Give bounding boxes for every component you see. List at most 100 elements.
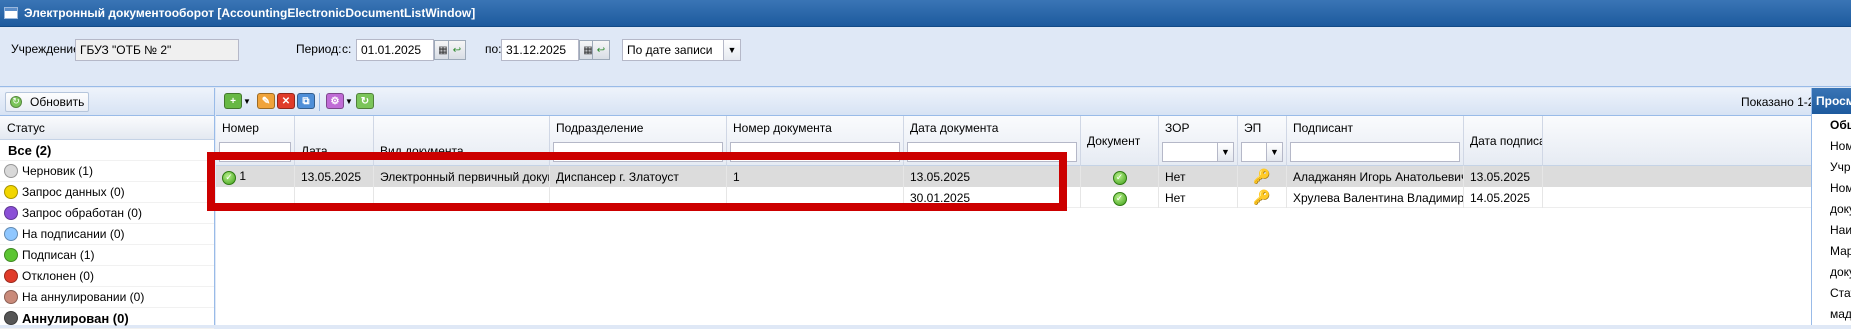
- filter-zor-select[interactable]: ▼: [1162, 142, 1234, 162]
- preview-item: Номе: [1830, 180, 1851, 195]
- status-item[interactable]: Подписан (1): [0, 245, 214, 266]
- add-button[interactable]: +: [224, 93, 242, 109]
- col-document[interactable]: Документ: [1081, 116, 1159, 166]
- chevron-down-icon[interactable]: ▼: [723, 40, 740, 60]
- preview-item: Мар: [1830, 243, 1851, 258]
- col-document-label: Документ: [1087, 134, 1141, 148]
- col-doc-type[interactable]: Вид документа: [374, 116, 550, 166]
- key-icon[interactable]: 🔑: [1253, 189, 1270, 205]
- col-number[interactable]: Номер: [216, 116, 295, 166]
- status-item-label: Отклонен (0): [22, 269, 94, 283]
- status-icon: [4, 227, 18, 241]
- status-item-label: Запрос обработан (0): [22, 206, 142, 220]
- filter-doc-date-input[interactable]: [907, 142, 1077, 162]
- clear-to-icon[interactable]: ↩: [592, 40, 610, 60]
- status-icon: [4, 248, 18, 262]
- cell-signer: Хрулева Валентина Владимировна: [1287, 187, 1464, 208]
- preview-item: Номе: [1830, 138, 1851, 153]
- status-icon: [4, 290, 18, 304]
- window-titlebar: Электронный документооборот [AccountingE…: [0, 0, 1851, 27]
- preview-header: Просм: [1812, 88, 1851, 114]
- signed-status-icon: ✓: [222, 170, 236, 185]
- toolbar-separator: [319, 93, 320, 111]
- status-item[interactable]: На подписании (0): [0, 224, 214, 245]
- col-doc-number-label: Номер документа: [733, 121, 832, 135]
- preview-item: доку: [1830, 201, 1851, 216]
- delete-button[interactable]: ✕: [277, 93, 295, 109]
- col-doc-date-label: Дата документа: [910, 121, 999, 135]
- status-item[interactable]: Запрос обработан (0): [0, 203, 214, 224]
- actions-dropdown-icon[interactable]: ▼: [345, 97, 353, 106]
- col-zor-label: ЗОР: [1165, 121, 1190, 135]
- cell-sign-date: 13.05.2025: [1464, 166, 1543, 187]
- status-item[interactable]: Черновик (1): [0, 161, 214, 182]
- col-sign-date-label: Дата подписа...: [1470, 134, 1542, 148]
- status-item[interactable]: Все (2): [0, 140, 214, 161]
- filter-signer-input[interactable]: [1290, 142, 1460, 162]
- col-doc-date[interactable]: Дата документа: [904, 116, 1081, 166]
- status-icon: [4, 269, 18, 283]
- document-check-icon[interactable]: ✓: [1112, 170, 1127, 185]
- actions-button[interactable]: ⚙: [326, 93, 344, 109]
- key-icon[interactable]: 🔑: [1253, 168, 1270, 184]
- date-from-field[interactable]: 01.01.2025: [356, 39, 434, 61]
- cell-ep: 🔑: [1238, 166, 1287, 187]
- cell-number: ✓ 1: [216, 166, 295, 187]
- status-item[interactable]: На аннулировании (0): [0, 287, 214, 308]
- from-label: с:: [342, 42, 352, 56]
- filter-ep-select[interactable]: ▼: [1241, 142, 1283, 162]
- filter-division-input[interactable]: [553, 142, 723, 162]
- col-date-label: Дата: [301, 144, 328, 158]
- cell-ep: 🔑: [1238, 187, 1287, 208]
- institution-field[interactable]: ГБУЗ "ОТБ № 2": [75, 39, 239, 61]
- period-label: Период:: [296, 42, 342, 56]
- col-date[interactable]: Дата: [295, 116, 374, 166]
- refresh-label: Обновить: [30, 94, 85, 109]
- copy-button[interactable]: ⧉: [297, 93, 315, 109]
- filter-bar: Учреждение: ГБУЗ "ОТБ № 2" Период: с: 01…: [0, 27, 1851, 87]
- cell-document: ✓: [1081, 166, 1159, 187]
- col-sign-date[interactable]: Дата подписа...: [1464, 116, 1543, 166]
- left-toolbar: ↻ Обновить: [0, 88, 214, 116]
- document-check-icon[interactable]: ✓: [1112, 191, 1127, 206]
- date-to-field[interactable]: 31.12.2025: [501, 39, 579, 61]
- chevron-down-icon[interactable]: ▼: [1266, 143, 1282, 161]
- status-item-label: Подписан (1): [22, 248, 95, 262]
- col-doc-type-label: Вид документа: [380, 144, 464, 158]
- status-item[interactable]: Аннулирован (0): [0, 308, 214, 329]
- col-division[interactable]: Подразделение: [550, 116, 727, 166]
- status-item[interactable]: Запрос данных (0): [0, 182, 214, 203]
- table-row[interactable]: ✓ 1 13.05.2025 Электронный первичный док…: [216, 166, 1811, 187]
- cell-division: [550, 187, 727, 208]
- clear-from-icon[interactable]: ↩: [448, 40, 466, 60]
- table-row[interactable]: 30.01.2025 ✓ Нет 🔑 Хрулева Валентина Вла…: [216, 187, 1811, 208]
- institution-label: Учреждение:: [11, 42, 84, 56]
- preview-item: Стат: [1830, 285, 1851, 300]
- to-label: по:: [485, 42, 502, 56]
- grid-toolbar: + ▼ ✎ ✕ ⧉ ⚙ ▼ ↻ Показано 1-2 из 2: [216, 88, 1840, 116]
- status-item[interactable]: Отклонен (0): [0, 266, 214, 287]
- preview-list: Общ Номе Учре Номе доку Наим Мар доку Стат мадз: [1812, 114, 1851, 324]
- add-dropdown-icon[interactable]: ▼: [243, 97, 251, 106]
- cell-signer: Аладжанян Игорь Анатольевич: [1287, 166, 1464, 187]
- cell-number-text: 1: [239, 169, 247, 183]
- refresh-grid-button[interactable]: ↻: [356, 93, 374, 109]
- col-division-label: Подразделение: [556, 121, 644, 135]
- col-doc-number[interactable]: Номер документа: [727, 116, 904, 166]
- window-title: Электронный документооборот [AccountingE…: [24, 6, 476, 20]
- edit-button[interactable]: ✎: [257, 93, 275, 109]
- date-mode-select[interactable]: По дате записи ▼: [622, 39, 741, 61]
- filter-number-input[interactable]: [219, 142, 291, 162]
- col-signer[interactable]: Подписант: [1287, 116, 1464, 166]
- grid-header: Номер Дата Вид документа Подразделение Н…: [216, 116, 1811, 166]
- status-icon: [4, 311, 18, 325]
- cell-doc-date: 13.05.2025: [904, 166, 1081, 187]
- preview-panel: Просм Общ Номе Учре Номе доку Наим Мар доку Стат…: [1811, 88, 1851, 325]
- filter-doc-number-input[interactable]: [730, 142, 900, 162]
- refresh-button[interactable]: ↻ Обновить: [5, 91, 90, 112]
- chevron-down-icon[interactable]: ▼: [1217, 143, 1233, 161]
- refresh-icon: ↻: [10, 95, 22, 108]
- col-zor[interactable]: ЗОР ▼: [1159, 116, 1238, 166]
- documents-grid: + ▼ ✎ ✕ ⧉ ⚙ ▼ ↻ Показано 1-2 из 2 Номер …: [216, 88, 1840, 325]
- col-ep[interactable]: ЭП ▼: [1238, 116, 1287, 166]
